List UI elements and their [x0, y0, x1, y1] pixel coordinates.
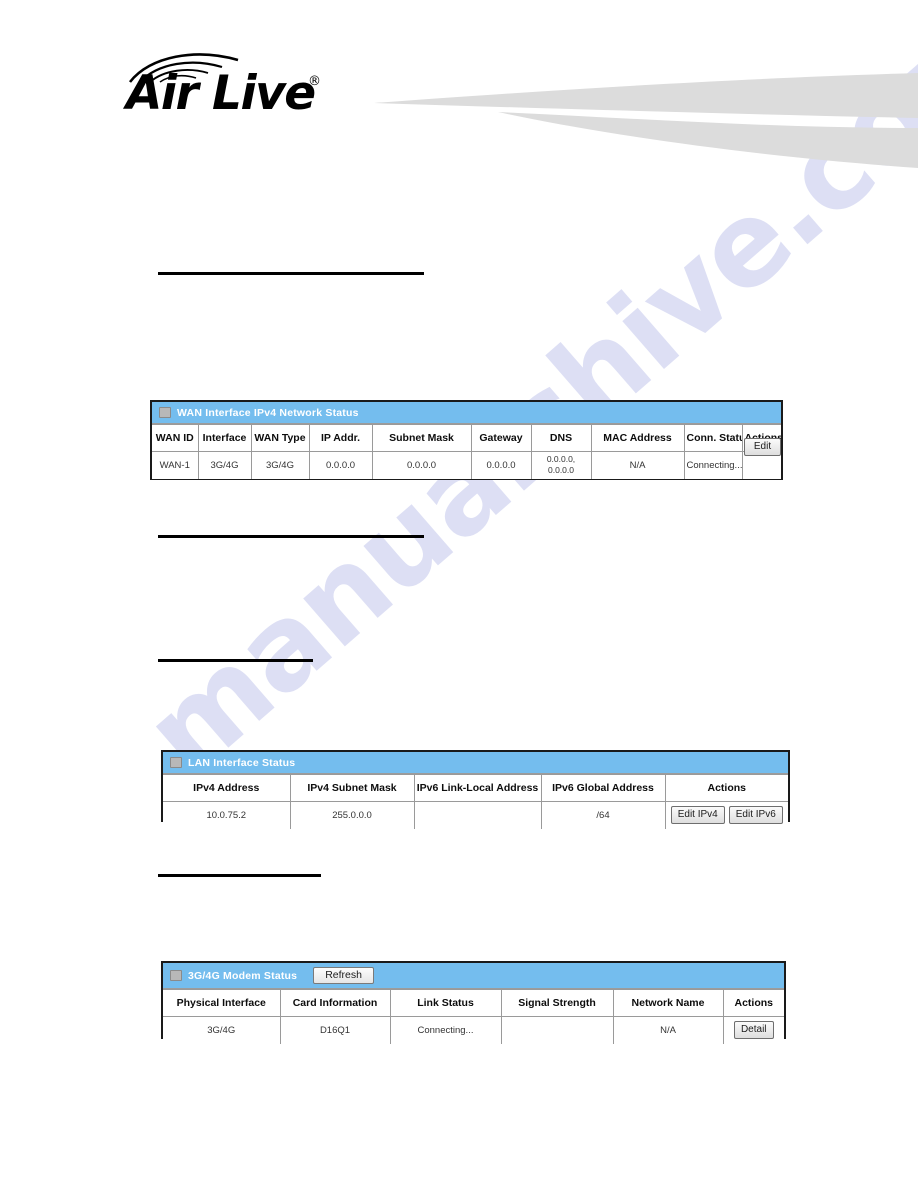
- section-rule-3: [158, 659, 313, 662]
- wan-cell-gateway: 0.0.0.0: [470, 451, 532, 479]
- airlive-logo: Air Live ®: [126, 48, 336, 130]
- modem-cell-network-name: N/A: [612, 1016, 724, 1044]
- wan-col-ip-addr: IP Addr.: [308, 424, 373, 452]
- wan-status-panel: WAN Interface IPv4 Network Status WAN ID…: [150, 400, 783, 480]
- table-row: 10.0.75.2 255.0.0.0 /64 Edit IPv4 Edit I…: [163, 801, 788, 829]
- lan-panel-header: LAN Interface Status: [163, 752, 788, 774]
- detail-button[interactable]: Detail: [733, 1021, 774, 1040]
- modem-table-header-row: Physical Interface Card Information Link…: [163, 989, 784, 1017]
- lan-col-ipv6-link-local: IPv6 Link-Local Address: [413, 774, 542, 802]
- modem-col-network-name: Network Name: [612, 989, 724, 1017]
- lan-actions-group: Edit IPv4 Edit IPv6: [668, 806, 787, 825]
- wan-cell-conn-status: Connecting...: [683, 451, 743, 479]
- wan-actions-cell: Edit: [741, 438, 784, 456]
- page-header: Air Live ®: [0, 0, 918, 190]
- modem-cell-physical-interface: 3G/4G: [163, 1016, 281, 1044]
- lan-table-header-row: IPv4 Address IPv4 Subnet Mask IPv6 Link-…: [163, 774, 788, 802]
- modem-panel-title: 3G/4G Modem Status: [188, 969, 298, 982]
- lan-cell-ipv4-address: 10.0.75.2: [163, 801, 291, 829]
- edit-ipv4-button[interactable]: Edit IPv4: [670, 806, 725, 825]
- lan-cell-ipv6-link-local: [413, 801, 542, 829]
- modem-cell-card-information: D16Q1: [279, 1016, 391, 1044]
- wan-cell-interface: 3G/4G: [197, 451, 252, 479]
- section-rule-1: [158, 272, 424, 275]
- wan-cell-ip-addr: 0.0.0.0: [308, 451, 373, 479]
- modem-cell-actions: Detail: [722, 1016, 784, 1044]
- modem-status-panel: 3G/4G Modem Status Refresh Physical Inte…: [161, 961, 786, 1044]
- table-row: WAN-1 3G/4G 3G/4G 0.0.0.0 0.0.0.0 0.0.0.…: [152, 451, 781, 479]
- wan-col-dns: DNS: [530, 424, 592, 452]
- monitor-icon: [170, 970, 182, 981]
- modem-status-table: Physical Interface Card Information Link…: [163, 989, 784, 1044]
- lan-cell-ipv4-subnet-mask: 255.0.0.0: [289, 801, 415, 829]
- wan-cell-subnet-mask: 0.0.0.0: [371, 451, 472, 479]
- lan-panel-title: LAN Interface Status: [188, 756, 296, 769]
- modem-col-physical-interface: Physical Interface: [163, 989, 281, 1017]
- section-rule-2: [158, 535, 424, 538]
- wan-cell-wan-id: WAN-1: [152, 451, 199, 479]
- monitor-icon: [170, 757, 182, 768]
- wan-col-wan-type: WAN Type: [250, 424, 310, 452]
- wan-table-header-row: WAN ID Interface WAN Type IP Addr. Subne…: [152, 424, 781, 452]
- lan-col-ipv6-global: IPv6 Global Address: [540, 774, 666, 802]
- modem-col-signal-strength: Signal Strength: [500, 989, 614, 1017]
- registered-mark: ®: [308, 74, 321, 89]
- modem-cell-link-status: Connecting...: [389, 1016, 502, 1044]
- lan-col-ipv4-address: IPv4 Address: [163, 774, 291, 802]
- wan-status-table: WAN ID Interface WAN Type IP Addr. Subne…: [152, 424, 781, 479]
- lan-cell-ipv6-global: /64: [540, 801, 666, 829]
- lan-col-ipv4-subnet-mask: IPv4 Subnet Mask: [289, 774, 415, 802]
- wan-cell-mac-address: N/A: [590, 451, 685, 479]
- refresh-button[interactable]: Refresh: [313, 966, 374, 985]
- wan-panel-header: WAN Interface IPv4 Network Status: [152, 402, 781, 424]
- section-rule-4: [158, 874, 321, 877]
- wan-dns-line-2: 0.0.0.0: [548, 465, 574, 476]
- wan-panel-title: WAN Interface IPv4 Network Status: [177, 406, 359, 419]
- wan-edit-button[interactable]: Edit: [743, 438, 782, 456]
- wan-col-gateway: Gateway: [470, 424, 532, 452]
- modem-col-actions: Actions: [722, 989, 784, 1017]
- wan-col-interface: Interface: [197, 424, 252, 452]
- lan-status-table: IPv4 Address IPv4 Subnet Mask IPv6 Link-…: [163, 774, 788, 829]
- wan-cell-wan-type: 3G/4G: [250, 451, 310, 479]
- header-swoosh-decoration: [374, 73, 918, 168]
- monitor-icon: [159, 407, 171, 418]
- lan-status-panel: LAN Interface Status IPv4 Address IPv4 S…: [161, 750, 790, 829]
- wan-col-conn-status: Conn. Status: [683, 424, 743, 452]
- table-row: 3G/4G D16Q1 Connecting... N/A Detail: [163, 1016, 784, 1044]
- modem-col-link-status: Link Status: [389, 989, 502, 1017]
- wan-col-wan-id: WAN ID: [152, 424, 199, 452]
- modem-panel-header: 3G/4G Modem Status Refresh: [163, 963, 784, 989]
- modem-cell-signal-strength: [500, 1016, 614, 1044]
- wan-dns-line-1: 0.0.0.0,: [546, 454, 576, 465]
- wan-col-mac-address: MAC Address: [590, 424, 685, 452]
- wan-cell-dns: 0.0.0.0, 0.0.0.0: [530, 451, 592, 479]
- modem-col-card-information: Card Information: [279, 989, 391, 1017]
- wan-col-subnet-mask: Subnet Mask: [371, 424, 472, 452]
- edit-ipv6-button[interactable]: Edit IPv6: [728, 806, 783, 825]
- lan-cell-actions: Edit IPv4 Edit IPv6: [664, 801, 788, 829]
- logo-wordmark: Air Live: [126, 66, 316, 121]
- lan-col-actions: Actions: [664, 774, 788, 802]
